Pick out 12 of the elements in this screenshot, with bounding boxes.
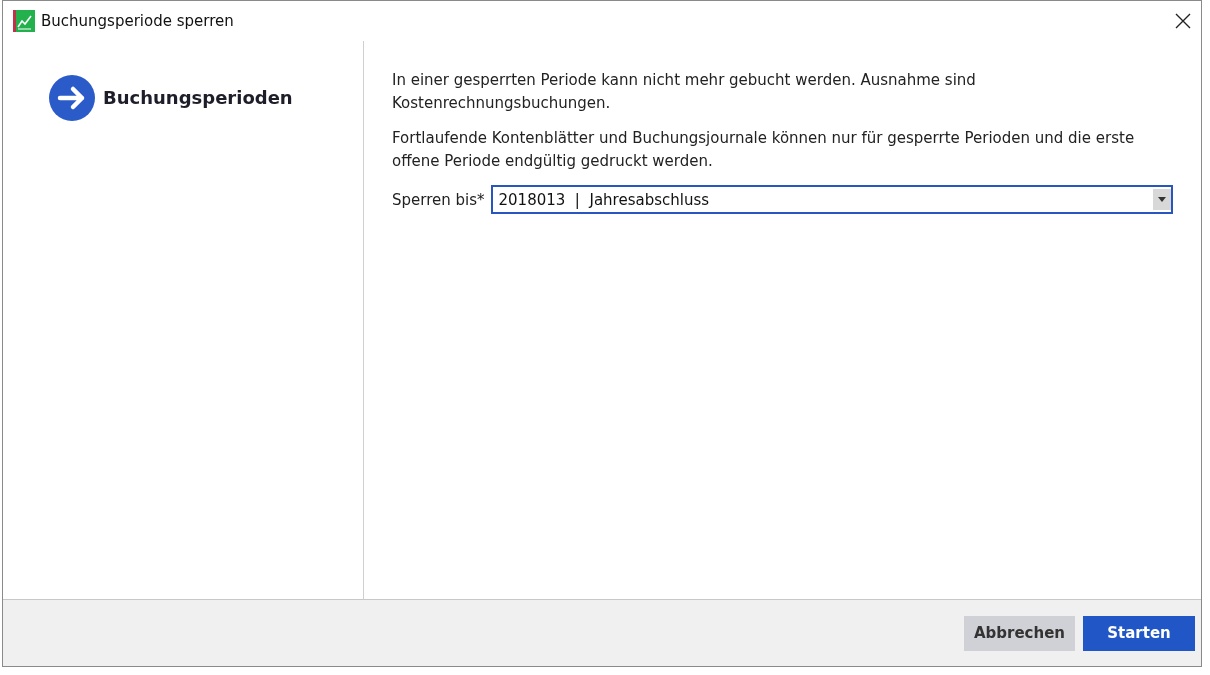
- caret-icon: [1158, 197, 1166, 202]
- window-title: Buchungsperiode sperren: [41, 12, 235, 30]
- chart-app-icon: [13, 10, 35, 32]
- step-label: Buchungsperioden: [103, 86, 293, 110]
- cancel-button[interactable]: Abbrechen: [964, 615, 1075, 651]
- description-text: In einer gesperrten Periode kann nicht mehr gebucht werden. Ausnahme sind Kostenrechnungsbuchungen.: [392, 70, 977, 114]
- description-text: Fortlaufende Kontenblätter und Buchungsjournale können nur für gesperrte Perioden und die erste offene Periode endgültig gedruckt werden.: [392, 128, 1136, 172]
- period-dropdown[interactable]: 2018013 | Jahresabschluss: [490, 185, 1173, 214]
- close-icon[interactable]: [1175, 13, 1191, 29]
- arrow-circle-icon: [49, 75, 95, 121]
- start-button[interactable]: Starten: [1083, 615, 1195, 651]
- field-label: Sperren bis*: [392, 190, 485, 209]
